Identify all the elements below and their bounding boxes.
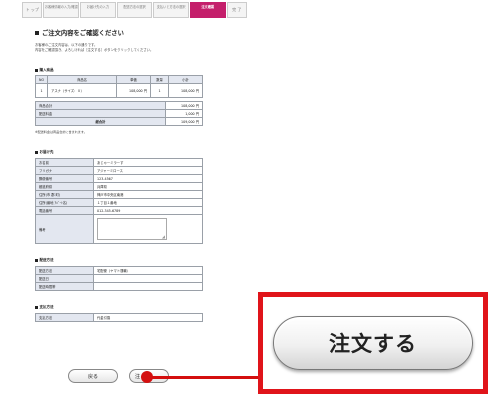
table-row: お名前 あじゃーミラーす <box>35 158 203 167</box>
value-phone: 012-345-6789 <box>93 206 203 215</box>
cart-summary-table: 商品合計 108,000 円 配送料金 1,000 円 総合計 109,000 … <box>35 101 203 126</box>
page-title-text: ご注文内容をご確認ください <box>42 30 124 37</box>
summary-label-total: 総合計 <box>35 117 166 126</box>
label-furigana: フリガナ <box>35 166 94 175</box>
shipping-title-text: お届け先 <box>39 150 54 154</box>
step-order-confirm: 注文確認 <box>189 2 226 18</box>
cart-title-text: 購入商品 <box>39 68 54 72</box>
shipping-section-title: お届け先 <box>35 150 203 155</box>
value-delivery-time <box>93 282 203 291</box>
label-address-city: 住所(市 郡 町) <box>35 190 94 199</box>
remarks-textarea[interactable]: ◢ <box>97 218 167 240</box>
place-order-button-zoomed[interactable]: 注文する <box>273 316 473 370</box>
summary-value-items: 108,000 円 <box>165 101 203 110</box>
cart-table: NO 商品名 単価 数量 小計 1 アスナ（サイズ：Ｘ） 108,000 円 1… <box>34 75 203 98</box>
order-confirm-content: ご注文内容をご確認ください お客様のご注文内容は、以下の通りです。 内容をご確認… <box>34 26 203 322</box>
summary-label-items: 商品合計 <box>35 101 166 110</box>
intro-text: お客様のご注文内容は、以下の通りです。 内容をご確認頂き、よろしければ［注文する… <box>35 43 203 53</box>
resize-handle-icon: ◢ <box>161 234 165 239</box>
table-row: 配送方法 宅配便（ヤマト運輸） <box>35 266 203 275</box>
label-delivery-date: 配送日 <box>35 274 94 283</box>
table-row: 総合計 109,000 円 <box>35 117 203 126</box>
label-delivery-method: 配送方法 <box>35 266 94 275</box>
step-customer-info: お客様情報の入力/確認 <box>43 2 80 18</box>
shipping-address-table: お名前 あじゃーミラーす フリガナ アジャーミロース 郵便番号 123-4567… <box>35 158 203 244</box>
cell-price: 108,000 円 <box>116 83 151 98</box>
delivery-section-title: 配送方法 <box>35 258 203 263</box>
col-price: 単価 <box>116 75 151 84</box>
label-prefecture: 都道府県 <box>35 182 94 191</box>
value-postal-code: 123-4567 <box>93 174 203 183</box>
payment-table: 支払方法 代金引換 <box>35 313 203 322</box>
label-phone: 電話番号 <box>35 206 94 215</box>
col-subtotal: 小計 <box>168 75 203 84</box>
table-row: 配送時間帯 <box>35 282 203 291</box>
cell-subtotal: 108,000 円 <box>168 83 203 98</box>
step-progress-bar: ト ップ お客様情報の入力/確認 お届け先の入力 配送方法の選択 支払いと方法の… <box>22 2 248 18</box>
cart-section-title: 購入商品 <box>35 68 203 73</box>
step-top: ト ップ <box>22 2 43 18</box>
square-bullet-icon <box>35 259 38 262</box>
payment-title-text: 支払方法 <box>39 305 54 309</box>
cell-quantity: 1 <box>150 83 169 98</box>
value-prefecture: 兵庫県 <box>93 182 203 191</box>
value-delivery-date <box>93 274 203 283</box>
label-remarks: 備考 <box>35 214 94 244</box>
col-no: NO <box>34 75 49 84</box>
value-payment-method: 代金引換 <box>93 313 203 322</box>
cell-no: 1 <box>34 83 49 98</box>
table-row: 都道府県 兵庫県 <box>35 182 203 191</box>
table-row: 商品合計 108,000 円 <box>35 101 203 110</box>
highlight-dot <box>141 371 153 383</box>
square-bullet-icon <box>35 30 39 35</box>
zoom-callout-box: 注文する <box>258 292 488 394</box>
summary-value-shipping: 1,000 円 <box>165 109 203 118</box>
value-delivery-method: 宅配便（ヤマト運輸） <box>93 266 203 275</box>
table-row: 住所(番地 ｱﾊﾟｰﾄ名) １丁目１番地 <box>35 198 203 207</box>
intro-line-2: 内容をご確認頂き、よろしければ［注文する］ボタンをクリックしてください。 <box>35 48 154 52</box>
square-bullet-icon <box>35 306 38 309</box>
col-quantity: 数量 <box>150 75 169 84</box>
label-postal-code: 郵便番号 <box>35 174 94 183</box>
square-bullet-icon <box>35 69 38 72</box>
payment-section-title: 支払方法 <box>35 305 203 310</box>
table-row: 郵便番号 123-4567 <box>35 174 203 183</box>
table-row: フリガナ アジャーミロース <box>35 166 203 175</box>
table-row: 住所(市 郡 町) 神戸市中央区南港 <box>35 190 203 199</box>
value-name: あじゃーミラーす <box>93 158 203 167</box>
summary-value-total: 109,000 円 <box>165 117 203 126</box>
step-complete: 完 了 <box>226 2 248 18</box>
cell-product-name: アスナ（サイズ：Ｘ） <box>47 83 117 98</box>
label-name: お名前 <box>35 158 94 167</box>
table-row: 1 アスナ（サイズ：Ｘ） 108,000 円 1 108,000 円 <box>34 83 203 98</box>
delivery-title-text: 配送方法 <box>39 258 54 262</box>
table-row: 電話番号 012-345-6789 <box>35 206 203 215</box>
step-shipping-address: お届け先の入力 <box>80 2 116 18</box>
table-row: 配送料金 1,000 円 <box>35 109 203 118</box>
label-address-street: 住所(番地 ｱﾊﾟｰﾄ名) <box>35 198 94 207</box>
back-button[interactable]: 戻る <box>68 369 118 383</box>
summary-label-shipping: 配送料金 <box>35 109 166 118</box>
step-payment-method: 支払いと方法の選択 <box>153 2 189 18</box>
table-row: 支払方法 代金引換 <box>35 313 203 322</box>
label-payment-method: 支払方法 <box>35 313 94 322</box>
table-row: 配送日 <box>35 274 203 283</box>
value-address-city: 神戸市中央区南港 <box>93 190 203 199</box>
value-furigana: アジャーミロース <box>93 166 203 175</box>
col-product-name: 商品名 <box>47 75 117 84</box>
cart-header-row: NO 商品名 単価 数量 小計 <box>34 75 203 84</box>
delivery-table: 配送方法 宅配便（ヤマト運輸） 配送日 配送時間帯 <box>35 266 203 291</box>
table-row: 備考 ◢ <box>35 214 203 244</box>
square-bullet-icon <box>35 151 38 154</box>
value-address-street: １丁目１番地 <box>93 198 203 207</box>
step-delivery-method: 配送方法の選択 <box>116 2 153 18</box>
highlight-connector-line <box>152 376 272 379</box>
cart-note: ※配送料金は商品合計に含まれます。 <box>35 130 87 134</box>
page-title: ご注文内容をご確認ください <box>35 28 203 37</box>
value-remarks-cell: ◢ <box>93 214 203 244</box>
label-delivery-time: 配送時間帯 <box>35 282 94 291</box>
